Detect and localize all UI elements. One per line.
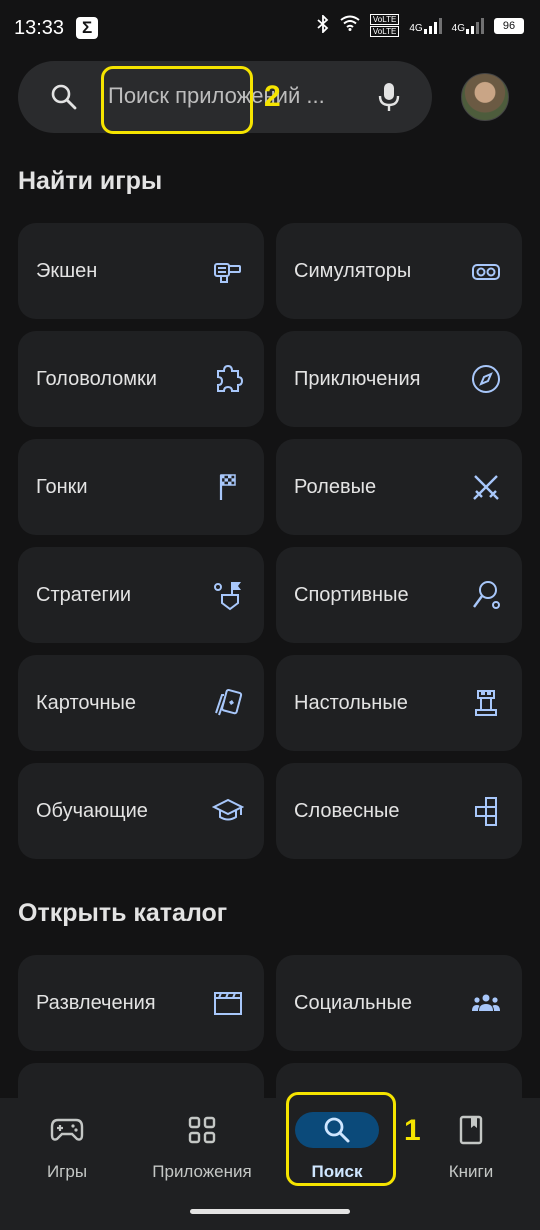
nav-item-books[interactable]: Книги [411, 1112, 531, 1188]
gamepad-icon [7, 1112, 127, 1148]
graduation-cap-icon [211, 795, 245, 827]
category-tile-label: Спортивные [294, 583, 409, 606]
wifi-icon [340, 15, 360, 36]
nav-label-books: Книги [448, 1162, 494, 1181]
category-tile[interactable]: Приключения [276, 331, 522, 427]
home-gesture-bar[interactable] [190, 1209, 350, 1214]
category-tile-label: Словесные [294, 799, 400, 822]
category-tile[interactable]: Социальные [276, 955, 522, 1051]
annotation-label-search: 2 [264, 80, 281, 113]
status-bar: 13:33 Σ VoLTE VoLTE 4G 4G 96 [0, 0, 540, 56]
crossed-swords-icon [470, 471, 502, 503]
nav-label-apps: Приложения [152, 1162, 252, 1181]
annotation-label-nav: 1 [404, 1114, 421, 1147]
search-icon [50, 83, 78, 116]
annotation-box-search [101, 66, 253, 134]
category-tile[interactable]: Симуляторы [276, 223, 522, 319]
category-tile-label: Гонки [36, 475, 88, 498]
puzzle-icon [212, 363, 244, 395]
nav-label-games: Игры [46, 1162, 88, 1181]
nav-item-games[interactable]: Игры [7, 1112, 127, 1188]
category-tile-label: Карточные [36, 691, 137, 714]
cards-icon [212, 687, 244, 719]
status-icons: VoLTE VoLTE 4G 4G 96 [316, 13, 524, 37]
letter-blocks-icon [470, 795, 502, 827]
vr-headset-icon [470, 255, 502, 287]
category-tile-label: Приключения [294, 367, 421, 390]
book-icon [411, 1112, 531, 1148]
category-tile[interactable]: Спортивные [276, 547, 522, 643]
category-tile-label: Симуляторы [294, 259, 412, 282]
action-icon [212, 255, 244, 287]
people-icon [470, 987, 502, 1019]
status-time: 13:33 [14, 16, 65, 39]
category-tile[interactable]: Карточные [18, 655, 264, 751]
signal-1: 4G [409, 17, 442, 34]
category-tile[interactable]: Гонки [18, 439, 264, 535]
category-tile-label: Экшен [36, 259, 98, 282]
category-tile[interactable]: Экшен [18, 223, 264, 319]
annotation-box-nav [286, 1092, 396, 1186]
nav-item-apps[interactable]: Приложения [142, 1112, 262, 1188]
volte-badge-2: VoLTE [369, 26, 400, 37]
signal-bars-icon [423, 17, 442, 34]
catalog-section-title: Открыть каталог [18, 899, 228, 927]
network-type-2: 4G [451, 22, 465, 34]
racket-icon [470, 579, 502, 611]
apps-grid-icon [142, 1112, 262, 1148]
category-tile[interactable]: Стратегии [18, 547, 264, 643]
category-tile-label: Настольные [294, 691, 408, 714]
checkered-flag-icon [212, 471, 244, 503]
sigma-app-icon: Σ [76, 17, 99, 39]
category-tile[interactable]: Обучающие [18, 763, 264, 859]
category-tile[interactable]: Настольные [276, 655, 522, 751]
volte-badge-1: VoLTE [369, 14, 400, 25]
category-tile-label: Ролевые [294, 475, 377, 498]
bluetooth-icon [316, 13, 330, 36]
category-tile-label: Стратегии [36, 583, 132, 606]
chess-rook-icon [470, 687, 502, 719]
microphone-icon[interactable] [376, 81, 402, 118]
category-tile-label: Социальные [294, 991, 412, 1014]
compass-icon [470, 363, 502, 395]
account-avatar[interactable] [461, 73, 509, 121]
category-tile[interactable]: Развлечения [18, 955, 264, 1051]
network-type-1: 4G [409, 22, 423, 34]
strategy-flag-icon [212, 579, 244, 611]
category-tile[interactable]: Головоломки [18, 331, 264, 427]
clapperboard-icon [212, 987, 244, 1019]
category-tile-label: Обучающие [36, 799, 148, 822]
signal-2: 4G [451, 17, 484, 34]
battery-indicator: 96 [494, 17, 524, 34]
category-tile[interactable]: Словесные [276, 763, 522, 859]
signal-bars-icon [466, 17, 484, 34]
games-section-title: Найти игры [18, 167, 163, 195]
category-tile-label: Головоломки [36, 367, 157, 390]
category-tile[interactable]: Ролевые [276, 439, 522, 535]
category-tile-label: Развлечения [36, 991, 156, 1014]
volte-badges: VoLTE VoLTE [369, 14, 400, 37]
